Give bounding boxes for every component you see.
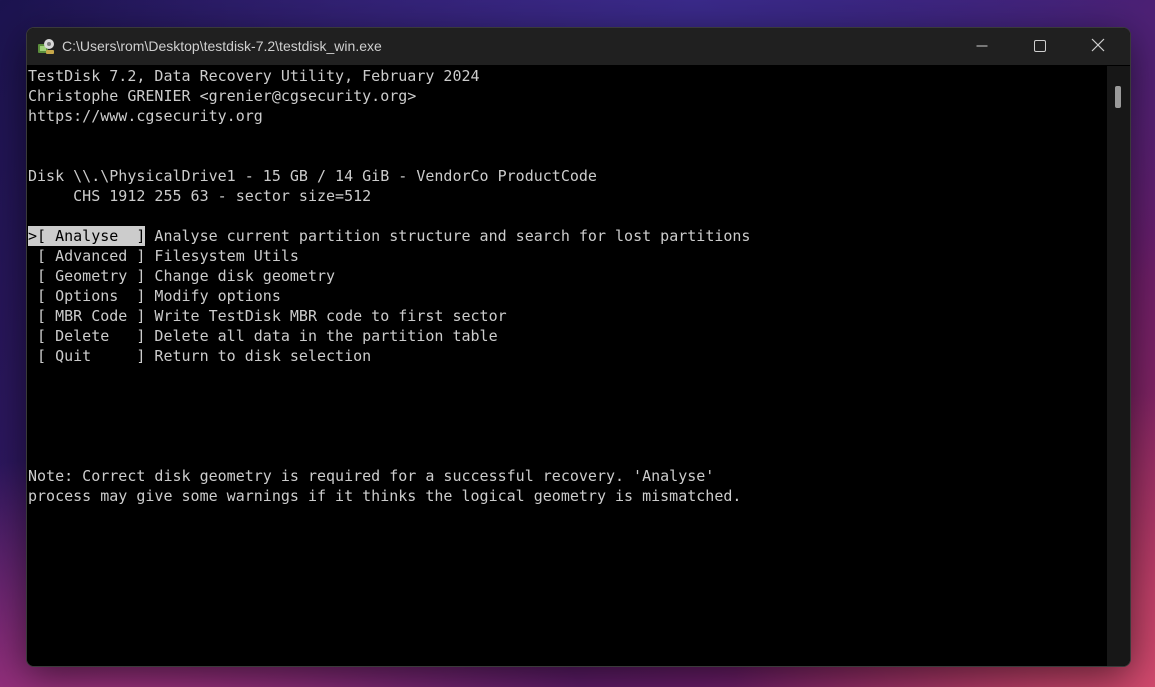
menu-mbr-code-button[interactable]: [ MBR Code ] xyxy=(28,306,145,326)
menu-item-options[interactable]: [ Options ] Modify options xyxy=(28,286,281,306)
selection-cursor: > xyxy=(28,227,38,245)
menu-analyse-button[interactable]: >[ Analyse ] xyxy=(28,226,146,246)
maximize-button[interactable] xyxy=(1011,28,1069,65)
header-line-1: TestDisk 7.2, Data Recovery Utility, Feb… xyxy=(28,67,480,85)
menu-quit-button[interactable]: [ Quit ] xyxy=(28,346,145,366)
title-bar[interactable]: C:\Users\rom\Desktop\testdisk-7.2\testdi… xyxy=(27,28,1130,65)
window-title: C:\Users\rom\Desktop\testdisk-7.2\testdi… xyxy=(62,38,382,54)
menu-delete-button[interactable]: [ Delete ] xyxy=(28,326,145,346)
menu-geometry-button[interactable]: [ Geometry ] xyxy=(28,266,145,286)
menu-item-analyse[interactable]: >[ Analyse ] Analyse current partition s… xyxy=(28,226,750,246)
menu-item-mbr-code[interactable]: [ MBR Code ] Write TestDisk MBR code to … xyxy=(28,306,507,326)
minimize-icon xyxy=(976,37,988,56)
header-line-2: Christophe GRENIER <grenier@cgsecurity.o… xyxy=(28,87,417,105)
menu-analyse-description: Analyse current partition structure and … xyxy=(145,227,751,245)
menu-quit-description: Return to disk selection xyxy=(145,347,372,365)
menu-advanced-description: Filesystem Utils xyxy=(145,247,299,265)
close-button[interactable] xyxy=(1069,28,1127,65)
header-line-3: https://www.cgsecurity.org xyxy=(28,107,263,125)
menu-delete-description: Delete all data in the partition table xyxy=(145,327,498,345)
menu-mbr-code-description: Write TestDisk MBR code to first sector xyxy=(145,307,507,325)
vertical-scrollbar[interactable] xyxy=(1107,66,1130,666)
menu-item-geometry[interactable]: [ Geometry ] Change disk geometry xyxy=(28,266,335,286)
scrollbar-thumb[interactable] xyxy=(1115,86,1121,108)
disk-geometry-line: CHS 1912 255 63 - sector size=512 xyxy=(28,187,372,205)
menu-advanced-button[interactable]: [ Advanced ] xyxy=(28,246,145,266)
menu-item-delete[interactable]: [ Delete ] Delete all data in the partit… xyxy=(28,326,498,346)
testdisk-app-icon xyxy=(37,38,55,56)
menu-item-quit[interactable]: [ Quit ] Return to disk selection xyxy=(28,346,371,366)
minimize-button[interactable] xyxy=(953,28,1011,65)
note-line-2: process may give some warnings if it thi… xyxy=(28,487,742,505)
close-icon xyxy=(1091,37,1105,56)
menu-options-button[interactable]: [ Options ] xyxy=(28,286,145,306)
menu-geometry-description: Change disk geometry xyxy=(145,267,336,285)
terminal-output[interactable]: TestDisk 7.2, Data Recovery Utility, Feb… xyxy=(27,66,1107,666)
disk-info-line: Disk \\.\PhysicalDrive1 - 15 GB / 14 GiB… xyxy=(28,167,597,185)
menu-item-advanced[interactable]: [ Advanced ] Filesystem Utils xyxy=(28,246,299,266)
console-window: C:\Users\rom\Desktop\testdisk-7.2\testdi… xyxy=(26,27,1131,667)
note-line-1: Note: Correct disk geometry is required … xyxy=(28,467,715,485)
menu-options-description: Modify options xyxy=(145,287,281,305)
maximize-icon xyxy=(1034,37,1046,56)
